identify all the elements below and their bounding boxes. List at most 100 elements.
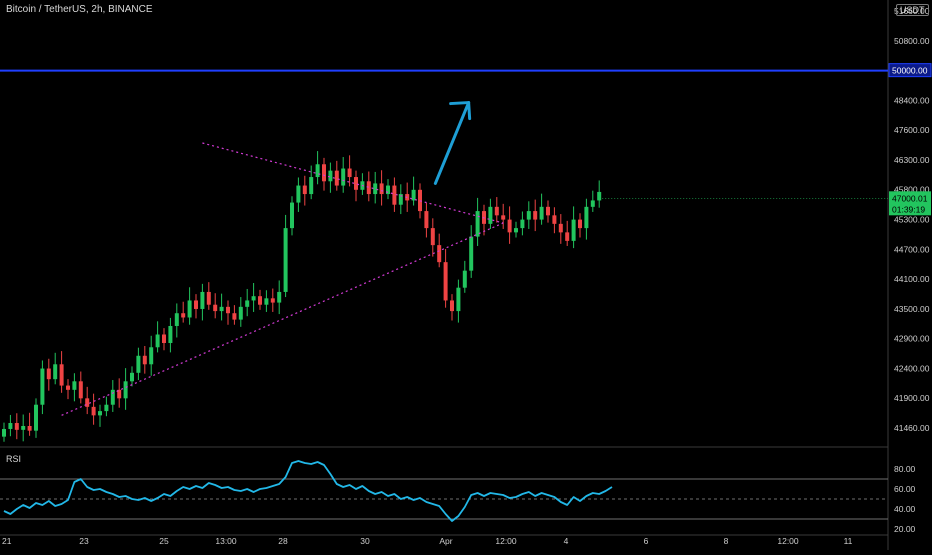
price-tick-label: 46300.00 <box>894 155 930 165</box>
candle-body <box>366 181 371 195</box>
candle-body <box>450 300 454 312</box>
candle-body <box>53 364 58 380</box>
candle-body <box>411 189 416 201</box>
candle-body <box>386 185 390 195</box>
price-tick-label: 45300.00 <box>894 215 930 225</box>
candle-body <box>475 211 480 237</box>
time-tick-label: 11 <box>844 536 853 546</box>
current-price-label: 47000.01 <box>892 193 928 203</box>
candle-body <box>14 423 19 430</box>
candle-body <box>40 368 45 405</box>
candle-body <box>296 185 301 203</box>
candle-body <box>443 262 448 301</box>
rsi-tick-label: 80.00 <box>894 464 916 474</box>
candle-body <box>597 191 602 201</box>
candle-body <box>347 168 352 178</box>
candle-body <box>136 355 141 373</box>
candle-body <box>168 325 173 344</box>
candle-body <box>232 313 237 320</box>
chart[interactable]: 51660.0050800.0049200.0048400.0047600.00… <box>0 0 932 550</box>
candle-body <box>142 355 147 365</box>
candle-body <box>8 423 13 429</box>
candle-body <box>302 185 307 195</box>
candle-body <box>91 406 96 416</box>
candle-body <box>219 306 224 312</box>
candle-body <box>533 211 538 220</box>
candle-body <box>571 219 576 241</box>
candle-body <box>334 170 339 186</box>
time-tick-label: 21 <box>2 536 12 546</box>
candle-body <box>354 177 358 190</box>
candle-body <box>162 334 166 344</box>
rsi-label: RSI <box>6 454 22 464</box>
candle-body <box>430 228 435 246</box>
currency-badge[interactable]: USDT <box>896 4 929 16</box>
candle-body <box>2 428 6 437</box>
candle-body <box>206 291 211 305</box>
candle-body <box>590 200 595 207</box>
candle-body <box>238 306 243 320</box>
price-tick-label: 42900.00 <box>894 334 930 344</box>
candle-body <box>123 381 128 399</box>
candle-body <box>584 206 589 229</box>
candle-body <box>341 168 346 186</box>
candle-body <box>155 334 160 348</box>
candle-body <box>130 372 134 382</box>
candle-body <box>46 368 51 380</box>
price-tick-label: 42400.00 <box>894 363 930 373</box>
countdown-label: 01:39:19 <box>892 204 925 214</box>
candle-body <box>546 206 550 216</box>
candle-body <box>194 300 198 309</box>
candle-body <box>424 211 429 229</box>
price-tick-label: 41460.00 <box>894 423 930 433</box>
candle-body <box>85 398 90 407</box>
candle-body <box>578 219 582 229</box>
candle-body <box>59 364 64 386</box>
candle-body <box>456 287 461 312</box>
resistance-label: 50000.00 <box>892 66 928 76</box>
candle-body <box>469 236 474 271</box>
time-tick-label: 4 <box>564 536 569 546</box>
candle-body <box>27 425 32 431</box>
candle-body <box>277 291 282 303</box>
candle-body <box>565 232 570 241</box>
time-tick-label: 12:00 <box>777 536 799 546</box>
candle-body <box>258 296 262 305</box>
time-tick-label: 30 <box>360 536 370 546</box>
candle-body <box>328 170 333 182</box>
price-tick-label: 48400.00 <box>894 95 930 105</box>
time-tick-label: 25 <box>159 536 169 546</box>
time-tick-label: 13:00 <box>215 536 237 546</box>
candle-body <box>315 164 320 178</box>
price-tick-label: 44100.00 <box>894 274 930 284</box>
candle-body <box>187 300 192 318</box>
candle-body <box>379 183 384 195</box>
candle-body <box>149 347 154 365</box>
chart-svg[interactable]: 51660.0050800.0049200.0048400.0047600.00… <box>0 0 932 550</box>
time-tick-label: 6 <box>644 536 649 546</box>
candle-body <box>309 177 314 195</box>
price-tick-label: 44700.00 <box>894 244 930 254</box>
candle-body <box>392 185 397 205</box>
candle-body <box>494 206 499 216</box>
candle-body <box>213 304 218 312</box>
candle-body <box>264 298 269 305</box>
candle-body <box>66 385 70 390</box>
candle-body <box>110 389 115 405</box>
time-tick-label: 28 <box>278 536 288 546</box>
rsi-tick-label: 20.00 <box>894 524 916 534</box>
candle-body <box>34 404 38 431</box>
candle-body <box>501 215 506 220</box>
candle-body <box>558 223 563 233</box>
price-tick-label: 41900.00 <box>894 393 930 403</box>
candle-body <box>78 381 83 399</box>
candle-body <box>552 215 557 224</box>
rsi-tick-label: 40.00 <box>894 504 916 514</box>
candle-body <box>526 211 531 220</box>
candle-body <box>174 313 179 326</box>
time-tick-label: 12:00 <box>495 536 517 546</box>
candle-body <box>488 206 493 224</box>
candle-body <box>539 206 544 220</box>
rsi-tick-label: 60.00 <box>894 484 916 494</box>
candle-body <box>21 425 26 430</box>
